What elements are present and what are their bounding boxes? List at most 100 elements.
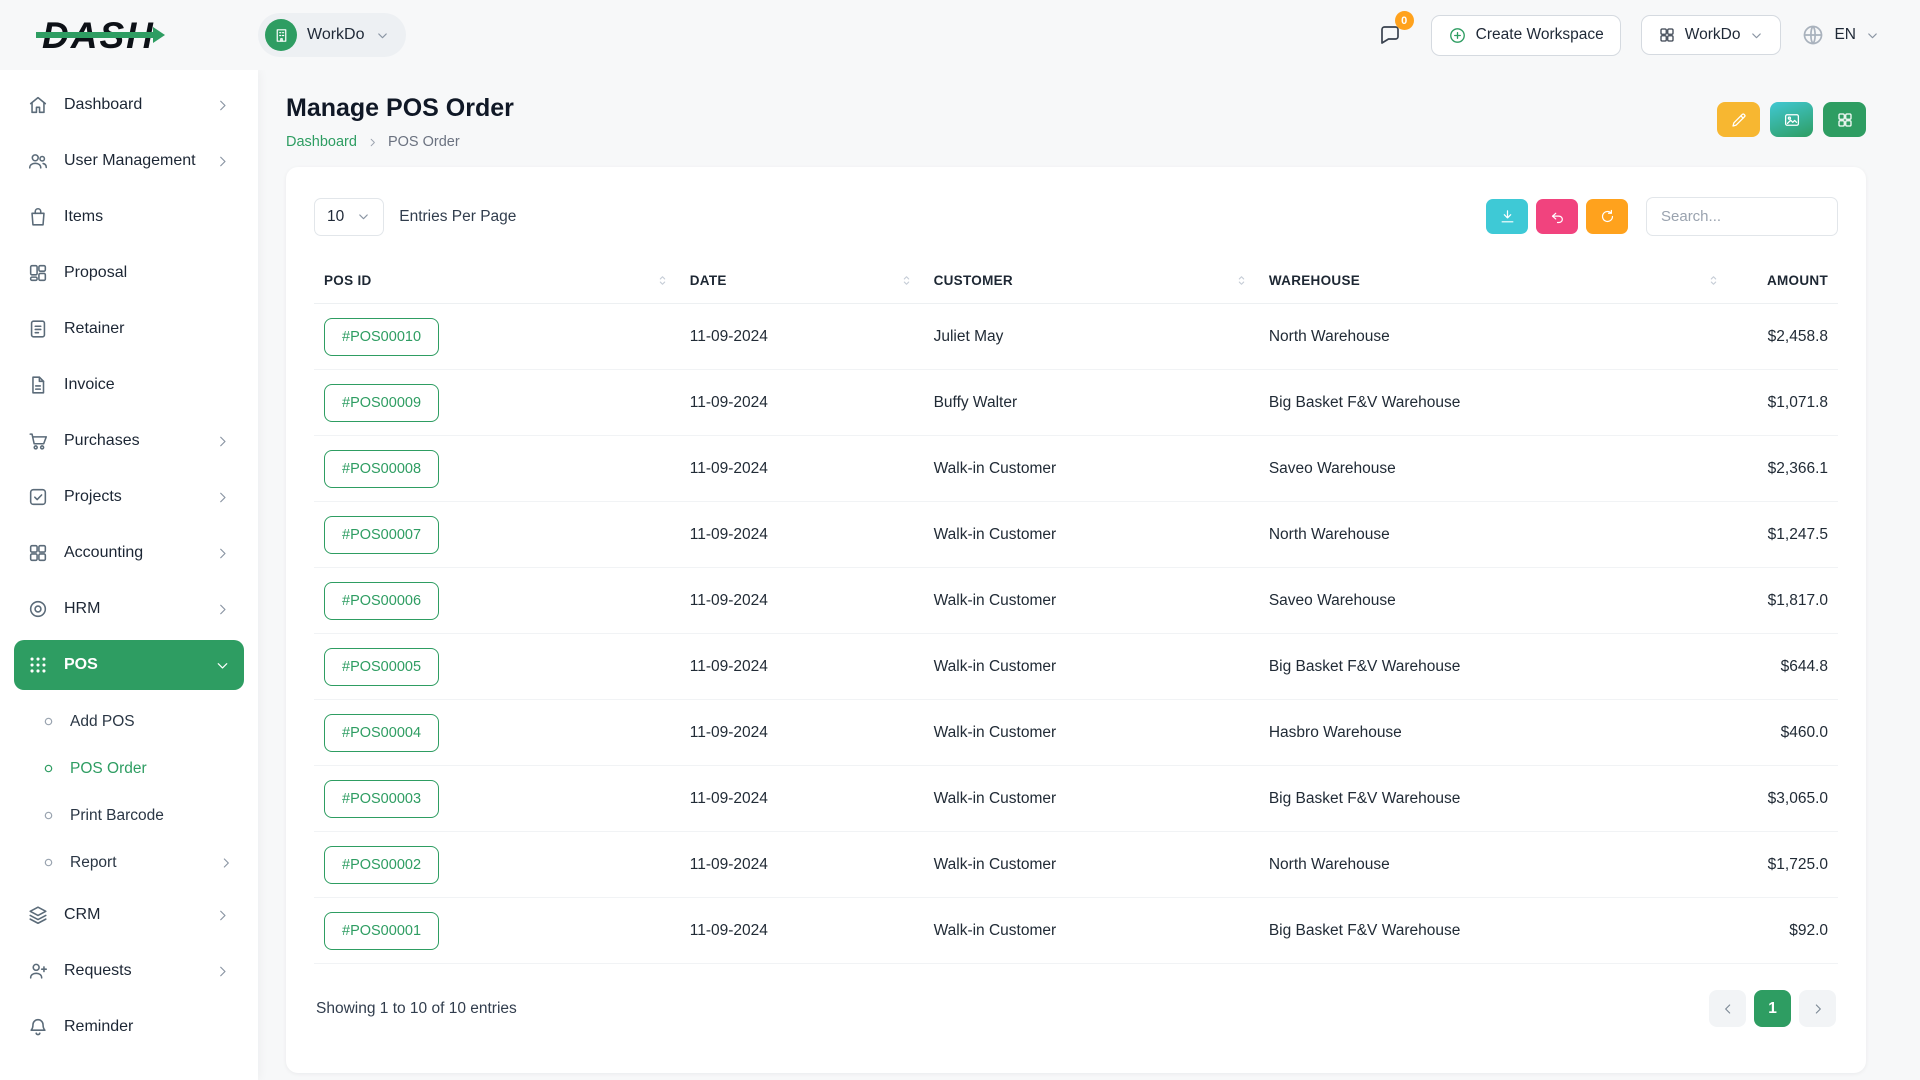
- sidebar-item-label: Retainer: [64, 320, 124, 338]
- sidebar-item-items[interactable]: Items: [14, 192, 244, 242]
- pos-id-link[interactable]: #POS00009: [324, 384, 439, 422]
- reset-button[interactable]: [1536, 199, 1578, 234]
- gallery-view-button[interactable]: [1770, 102, 1813, 137]
- export-button[interactable]: [1486, 199, 1528, 234]
- sidebar-item-invoice[interactable]: Invoice: [14, 360, 244, 410]
- previous-page-button[interactable]: [1709, 990, 1746, 1027]
- submenu-item-print-barcode[interactable]: Print Barcode: [30, 792, 244, 839]
- table-row: #POS00001 11-09-2024 Walk-in Customer Bi…: [314, 898, 1838, 964]
- table-row: #POS00004 11-09-2024 Walk-in Customer Ha…: [314, 700, 1838, 766]
- pos-id-link[interactable]: #POS00004: [324, 714, 439, 752]
- submenu-item-label: Add POS: [70, 713, 135, 731]
- language-switcher[interactable]: EN: [1801, 23, 1880, 47]
- chevron-right-icon: [214, 545, 231, 562]
- column-label: CUSTOMER: [934, 273, 1013, 288]
- table-row: #POS00002 11-09-2024 Walk-in Customer No…: [314, 832, 1838, 898]
- search-input[interactable]: [1646, 197, 1838, 236]
- order-warehouse: Saveo Warehouse: [1259, 568, 1731, 634]
- column-header-amount[interactable]: AMOUNT: [1731, 258, 1838, 304]
- pos-id-link[interactable]: #POS00002: [324, 846, 439, 884]
- submenu-item-report[interactable]: Report: [30, 839, 244, 886]
- next-page-button[interactable]: [1799, 990, 1836, 1027]
- sidebar-item-crm[interactable]: CRM: [14, 890, 244, 940]
- sidebar-item-hrm[interactable]: HRM: [14, 584, 244, 634]
- pos-submenu: Add POS POS Order Print Barcode Report: [14, 696, 244, 890]
- sidebar-item-label: User Management: [64, 152, 196, 170]
- sidebar-item-label: Requests: [64, 962, 132, 980]
- order-warehouse: Big Basket F&V Warehouse: [1259, 766, 1731, 832]
- language-label: EN: [1834, 26, 1856, 44]
- sidebar-item-user-management[interactable]: User Management: [14, 136, 244, 186]
- circle-bullet-icon: [40, 760, 57, 777]
- pos-id-link[interactable]: #POS00007: [324, 516, 439, 554]
- home-icon: [27, 94, 49, 116]
- chevron-right-icon: [214, 153, 231, 170]
- order-warehouse: Big Basket F&V Warehouse: [1259, 634, 1731, 700]
- chevron-right-icon: [214, 907, 231, 924]
- pos-id-link[interactable]: #POS00010: [324, 318, 439, 356]
- sidebar-item-reminder[interactable]: Reminder: [14, 1002, 244, 1052]
- pos-id-link[interactable]: #POS00008: [324, 450, 439, 488]
- page-number-button[interactable]: 1: [1754, 990, 1791, 1027]
- order-warehouse: North Warehouse: [1259, 304, 1731, 370]
- column-header-customer[interactable]: CUSTOMER: [924, 258, 1259, 304]
- pos-id-link[interactable]: #POS00001: [324, 912, 439, 950]
- column-header-pos-id[interactable]: POS ID: [314, 258, 680, 304]
- chevron-right-icon: [214, 433, 231, 450]
- messages-button[interactable]: 0: [1369, 14, 1411, 56]
- sidebar-item-label: Items: [64, 208, 103, 226]
- breadcrumb-current: POS Order: [388, 134, 460, 150]
- order-date: 11-09-2024: [680, 700, 924, 766]
- sidebar-item-label: Proposal: [64, 264, 127, 282]
- chevron-right-icon: [214, 97, 231, 114]
- customize-edit-button[interactable]: [1717, 102, 1760, 137]
- pos-id-link[interactable]: #POS00006: [324, 582, 439, 620]
- refresh-button[interactable]: [1586, 199, 1628, 234]
- sidebar-item-label: Invoice: [64, 376, 115, 394]
- circle-bullet-icon: [40, 807, 57, 824]
- create-workspace-button[interactable]: Create Workspace: [1431, 15, 1621, 56]
- column-header-date[interactable]: DATE: [680, 258, 924, 304]
- pos-id-link[interactable]: #POS00003: [324, 780, 439, 818]
- messages-count-badge: 0: [1395, 11, 1414, 30]
- order-customer: Walk-in Customer: [924, 832, 1259, 898]
- order-warehouse: Big Basket F&V Warehouse: [1259, 370, 1731, 436]
- chevron-down-icon: [1749, 28, 1764, 43]
- chevron-left-icon: [1720, 1001, 1736, 1017]
- column-header-warehouse[interactable]: WAREHOUSE: [1259, 258, 1731, 304]
- grid-view-button[interactable]: [1823, 102, 1866, 137]
- blocks-icon: [27, 542, 49, 564]
- breadcrumb-dashboard-link[interactable]: Dashboard: [286, 134, 357, 150]
- check-square-icon: [27, 486, 49, 508]
- sort-icon: [899, 273, 914, 288]
- kanban-icon: [27, 262, 49, 284]
- document-icon: [27, 318, 49, 340]
- app-logo[interactable]: DASH: [42, 17, 155, 54]
- submenu-item-add-pos[interactable]: Add POS: [30, 698, 244, 745]
- apps-icon: [1658, 26, 1676, 44]
- order-customer: Walk-in Customer: [924, 898, 1259, 964]
- sidebar-item-pos[interactable]: POS: [14, 640, 244, 690]
- submenu-item-pos-order[interactable]: POS Order: [30, 745, 244, 792]
- sidebar-item-proposal[interactable]: Proposal: [14, 248, 244, 298]
- sidebar-item-dashboard[interactable]: Dashboard: [14, 80, 244, 130]
- sidebar-item-accounting[interactable]: Accounting: [14, 528, 244, 578]
- table-row: #POS00003 11-09-2024 Walk-in Customer Bi…: [314, 766, 1838, 832]
- main-content: Manage POS Order Dashboard POS Order 10: [258, 0, 1920, 1073]
- chevron-right-icon: [214, 601, 231, 618]
- chevron-right-icon: [1810, 1001, 1826, 1017]
- account-menu-button[interactable]: WorkDo: [1641, 15, 1782, 55]
- order-amount: $2,458.8: [1731, 304, 1838, 370]
- workspace-switcher[interactable]: WorkDo: [258, 13, 406, 57]
- table-row: #POS00006 11-09-2024 Walk-in Customer Sa…: [314, 568, 1838, 634]
- sidebar-item-label: Reminder: [64, 1018, 133, 1036]
- sidebar-item-retainer[interactable]: Retainer: [14, 304, 244, 354]
- chevron-right-icon: [366, 136, 379, 149]
- sidebar-item-purchases[interactable]: Purchases: [14, 416, 244, 466]
- pos-id-link[interactable]: #POS00005: [324, 648, 439, 686]
- order-customer: Walk-in Customer: [924, 502, 1259, 568]
- order-amount: $1,817.0: [1731, 568, 1838, 634]
- sidebar-item-projects[interactable]: Projects: [14, 472, 244, 522]
- sidebar-item-requests[interactable]: Requests: [14, 946, 244, 996]
- entries-per-page-select[interactable]: 10: [314, 198, 384, 236]
